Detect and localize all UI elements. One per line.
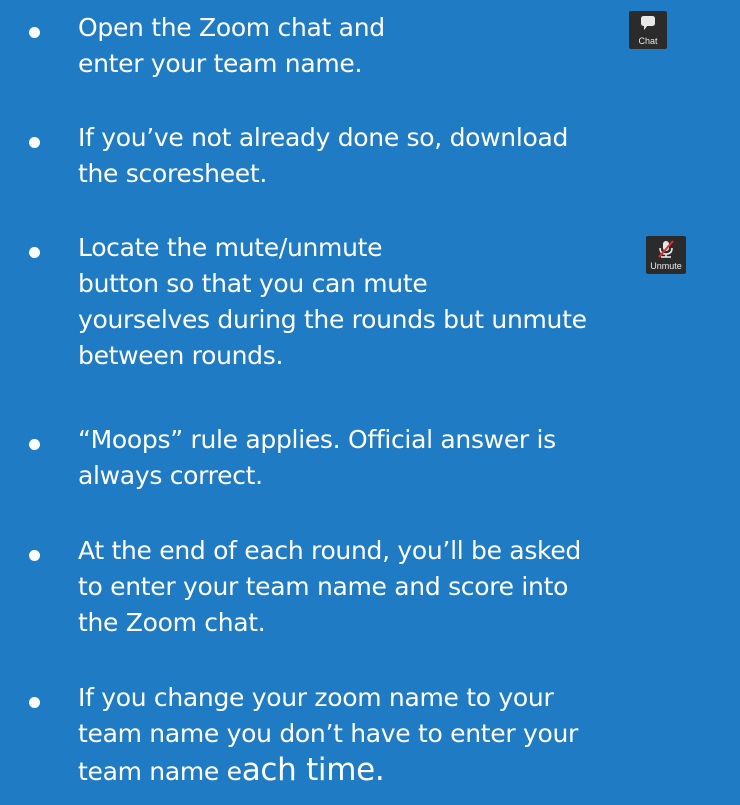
text-line: If you change your zoom name to your xyxy=(78,683,554,712)
chat-button-image: Chat xyxy=(629,11,667,49)
text-line: between rounds. xyxy=(78,341,284,370)
bullet xyxy=(29,247,40,258)
text-line: the Zoom chat. xyxy=(78,608,266,637)
bullet xyxy=(29,137,40,148)
text-segment: team name e xyxy=(78,757,242,786)
bullet xyxy=(29,550,40,561)
bullet xyxy=(29,27,40,38)
bullet xyxy=(29,697,40,708)
text-line: team name each time. xyxy=(78,752,578,790)
list-item-text: If you’ve not already done so, download … xyxy=(78,120,568,192)
unmute-button-image: Unmute xyxy=(646,236,686,274)
text-line: team name you don’t have to enter your xyxy=(78,719,579,748)
list-item-text: “Moops” rule applies. Official answer is… xyxy=(78,422,556,494)
text-line: to enter your team name and score into xyxy=(78,572,569,601)
text-line: “Moops” rule applies. Official answer is xyxy=(78,425,556,454)
text-line: enter your team name. xyxy=(78,49,363,78)
list-item-text: If you change your zoom name to your tea… xyxy=(78,680,578,790)
text-line: Locate the mute/unmute xyxy=(78,233,383,262)
chat-icon xyxy=(641,16,655,30)
text-line: Open the Zoom chat and xyxy=(78,13,385,42)
text-line: the scoresheet. xyxy=(78,159,268,188)
text-line: If you’ve not already done so, download xyxy=(78,123,569,152)
microphone-muted-icon xyxy=(658,240,674,258)
list-item-text: Open the Zoom chat and enter your team n… xyxy=(78,10,385,82)
text-segment-large: ach time. xyxy=(241,752,385,788)
text-line: yourselves during the rounds but unmute xyxy=(78,305,587,334)
unmute-icon-label: Unmute xyxy=(650,261,682,271)
text-line: always correct. xyxy=(78,461,263,490)
text-line: At the end of each round, you’ll be aske… xyxy=(78,536,581,565)
text-line: button so that you can mute xyxy=(78,269,428,298)
list-item-text: At the end of each round, you’ll be aske… xyxy=(78,533,581,641)
list-item-text: Locate the mute/unmute button so that yo… xyxy=(78,230,587,374)
chat-icon-label: Chat xyxy=(638,36,658,46)
bullet xyxy=(29,439,40,450)
